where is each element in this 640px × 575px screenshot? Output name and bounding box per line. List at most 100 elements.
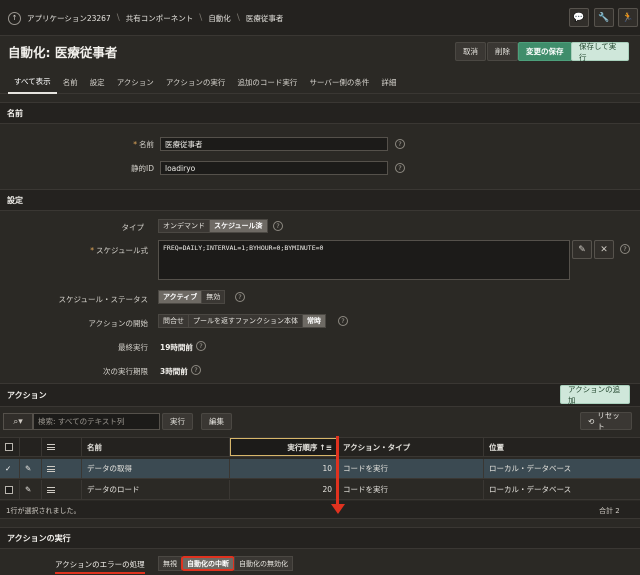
help-icon[interactable]: ? [273,221,283,231]
next-run-label: 次の実行期限 [103,367,148,376]
start-option-query[interactable]: 問合せ [158,314,189,328]
select-all-cell[interactable] [0,438,20,456]
menu-icon[interactable] [47,444,55,450]
next-run-value: 3時間前 [160,367,188,376]
person-run-icon[interactable]: 🏃 [618,8,638,27]
schedule-expression-input[interactable]: FREQ=DAILY;INTERVAL=1;BYHOUR=0;BYMINUTE=… [158,240,570,280]
name-input[interactable]: 医療従事者 [160,137,388,151]
delete-button[interactable]: 削除 [487,42,518,61]
row-order: 10 [230,459,338,478]
schedule-builder-icon[interactable]: ✎ [572,240,592,259]
breadcrumb-automation[interactable]: 自動化 [208,13,231,24]
breadcrumb-separator: \ [236,13,240,23]
static-id-label: 静的ID [131,164,154,173]
help-icon[interactable]: ? [338,316,348,326]
reset-button[interactable]: ⟲ リセット [580,411,632,431]
total-count: 合計 2 [599,507,620,515]
menu-icon[interactable] [47,486,55,493]
col-type-header[interactable]: アクション・タイプ [338,438,484,456]
cancel-button[interactable]: 取消 [455,42,486,61]
row-type: コードを実行 [338,480,484,499]
edit-col-header [20,438,42,456]
annotation-arrow-head [331,504,345,514]
section-actions-header: アクション [0,383,640,407]
action-start-label: アクションの開始 [88,319,148,328]
col-name-header[interactable]: 名前 [82,438,230,456]
required-marker: * [90,246,95,255]
error-handling-segmented: 無視 自動化の中断 自動化の無効化 [158,556,293,571]
row-menu-cell[interactable] [42,459,82,478]
type-label: タイプ [121,223,145,232]
status-option-active[interactable]: アクティブ [158,290,203,304]
add-action-button[interactable]: アクションの追加 [560,385,630,405]
static-id-input[interactable]: loadiryo [160,161,388,175]
search-input[interactable]: 検索: すべてのテキスト列 [33,413,160,430]
select-all-checkbox[interactable] [5,443,13,451]
row-location: ローカル・データベース [489,485,572,494]
schedule-label: * スケジュール式 [90,246,148,255]
tab-action-execution[interactable]: アクションの実行 [160,72,232,94]
tab-actions[interactable]: アクション [111,72,160,94]
breadcrumb-shared[interactable]: 共有コンポーネント [126,13,194,24]
row-checkbox-cell[interactable] [0,480,20,499]
table-row[interactable]: ✎ データのロード 20 コードを実行 ローカル・データベース [0,480,640,500]
menu-col-header [42,438,82,456]
tab-details[interactable]: 詳細 [375,72,402,94]
tab-settings[interactable]: 設定 [84,72,111,94]
wrench-icon[interactable]: 🔧 [594,8,614,27]
row-name: データの取得 [82,459,230,478]
row-selected-check-icon[interactable]: ✓ [0,459,20,478]
type-option-scheduled[interactable]: スケジュール済 [209,219,268,233]
search-icon[interactable]: ⌕▾ [3,413,33,430]
section-execution-header: アクションの実行 [0,527,640,549]
section-settings-header: 設定 [0,189,640,211]
name-label: * 名前 [133,140,154,149]
top-bar: ↑ アプリケーション23267 \ 共有コンポーネント \ 自動化 \ 医療従事… [0,0,640,36]
status-option-disabled[interactable]: 無効 [201,290,226,304]
annotation-arrow [336,436,339,508]
table-row[interactable]: ✓ ✎ データの取得 10 コードを実行 ローカル・データベース [0,459,640,479]
go-button[interactable]: 実行 [162,413,193,430]
help-icon[interactable]: ? [395,163,405,173]
save-and-run-button[interactable]: 保存して実行 [571,42,629,62]
row-type: コードを実行 [338,459,484,478]
chat-icon[interactable]: 💬 [569,8,589,27]
pencil-icon[interactable]: ✎ [20,459,42,478]
breadcrumb-separator: \ [199,13,203,23]
grid-header: 名前 実行順序 ↑≡ アクション・タイプ 位置 [0,437,640,457]
tab-name[interactable]: 名前 [57,72,84,94]
start-option-function[interactable]: プールを返すファンクション本体 [188,314,303,328]
row-checkbox[interactable] [5,485,13,494]
menu-icon[interactable] [47,465,55,472]
clear-icon[interactable]: ✕ [594,240,614,259]
row-location: ローカル・データベース [489,464,572,473]
tab-show-all[interactable]: すべて表示 [8,72,57,94]
type-option-on-demand[interactable]: オンデマンド [158,219,210,233]
required-marker: * [133,140,137,149]
reset-icon: ⟲ [588,416,595,426]
help-icon[interactable]: ? [620,244,630,254]
error-option-ignore[interactable]: 無視 [158,556,182,571]
help-icon[interactable]: ? [191,365,201,375]
page-title: 自動化: 医療従事者 [8,45,118,60]
breadcrumb-current: 医療従事者 [245,13,284,23]
breadcrumb-app[interactable]: アプリケーション23267 [27,13,111,24]
up-arrow-icon[interactable]: ↑ [8,11,21,25]
col-location-header[interactable]: 位置 [484,438,640,456]
last-run-value: 19時間前 [160,343,193,352]
col-order-header[interactable]: 実行順序 ↑≡ [230,438,338,456]
tab-additional-code[interactable]: 追加のコード実行 [231,72,303,94]
help-icon[interactable]: ? [196,341,206,351]
pencil-icon[interactable]: ✎ [20,480,42,499]
help-icon[interactable]: ? [235,292,245,302]
start-option-always[interactable]: 常時 [302,314,326,328]
sort-asc-icon: ↑≡ [319,442,332,452]
edit-button[interactable]: 編集 [201,413,232,430]
row-menu-cell[interactable] [42,480,82,499]
last-run-label: 最終実行 [118,343,148,352]
help-icon[interactable]: ? [395,139,405,149]
save-changes-button[interactable]: 変更の保存 [518,42,572,61]
tab-server-condition[interactable]: サーバー側の条件 [303,72,375,94]
error-option-abort[interactable]: 自動化の中断 [181,556,235,571]
error-option-disable[interactable]: 自動化の無効化 [234,556,293,571]
